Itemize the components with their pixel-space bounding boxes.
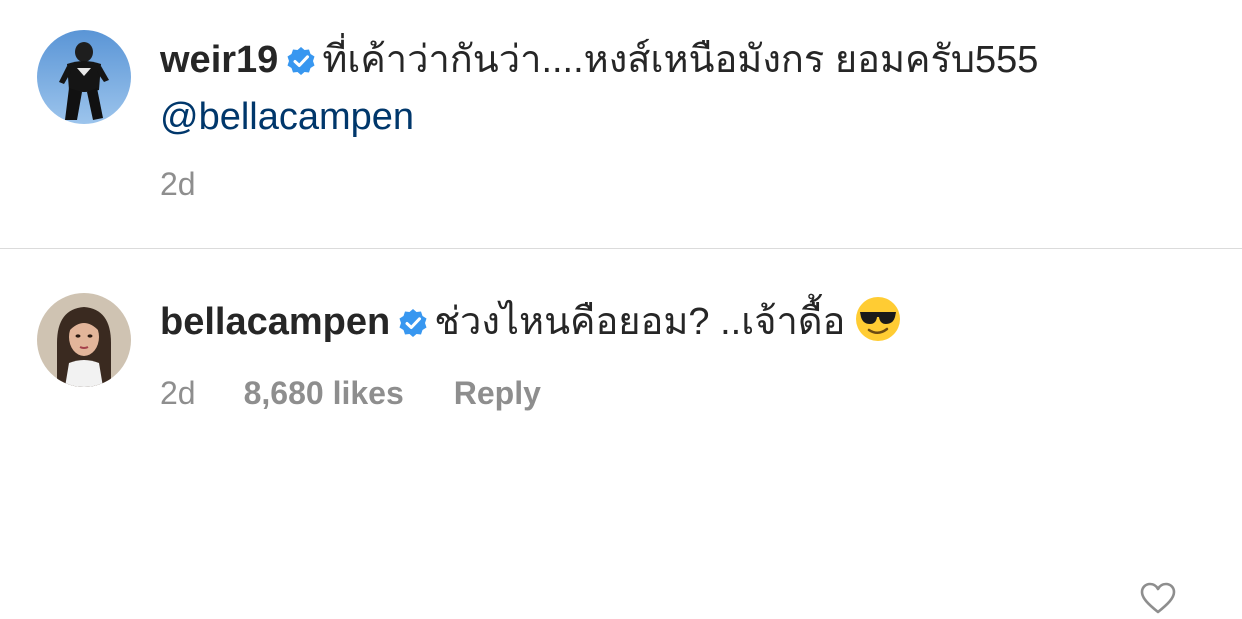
- username-bellacampen[interactable]: bellacampen: [160, 301, 390, 343]
- reply-button[interactable]: Reply: [454, 375, 541, 412]
- verified-badge-icon: [398, 300, 428, 353]
- avatar-weir19-image: [37, 30, 131, 124]
- like-heart-icon[interactable]: [1140, 582, 1176, 614]
- timestamp[interactable]: 2d: [160, 375, 196, 412]
- comment-meta-weir19: 2d: [160, 166, 196, 203]
- timestamp[interactable]: 2d: [160, 166, 196, 203]
- comment-body-bellacampen: bellacampen ช่วงไหนคือยอม? ..เจ้าดื้อ: [160, 296, 1040, 357]
- comment-bellacampen: bellacampen ช่วงไหนคือยอม? ..เจ้าดื้อ 2d 8…: [0, 249, 1242, 614]
- likes-count[interactable]: 8,680 likes: [244, 375, 404, 412]
- verified-badge-icon: [286, 38, 316, 91]
- comment-text-bellacampen: ช่วงไหนคือยอม? ..เจ้าดื้อ: [434, 301, 846, 343]
- comment-meta-bellacampen: 2d 8,680 likes Reply: [160, 375, 541, 412]
- username-weir19[interactable]: weir19: [160, 39, 278, 81]
- avatar-weir19[interactable]: [37, 30, 131, 124]
- avatar-bellacampen-image: [37, 293, 131, 387]
- mention-link[interactable]: @bellacampen: [160, 96, 414, 138]
- avatar-bellacampen[interactable]: [37, 293, 131, 387]
- comment-weir19: weir19 ที่เค้าว่ากันว่า....หงส์เหนือมังกร…: [0, 0, 1242, 248]
- sunglasses-emoji-icon: [855, 296, 901, 357]
- comment-text-weir19: ที่เค้าว่ากันว่า....หงส์เหนือมังกร ยอมคร…: [322, 39, 1039, 81]
- comment-body-weir19: weir19 ที่เค้าว่ากันว่า....หงส์เหนือมังกร…: [160, 34, 1040, 144]
